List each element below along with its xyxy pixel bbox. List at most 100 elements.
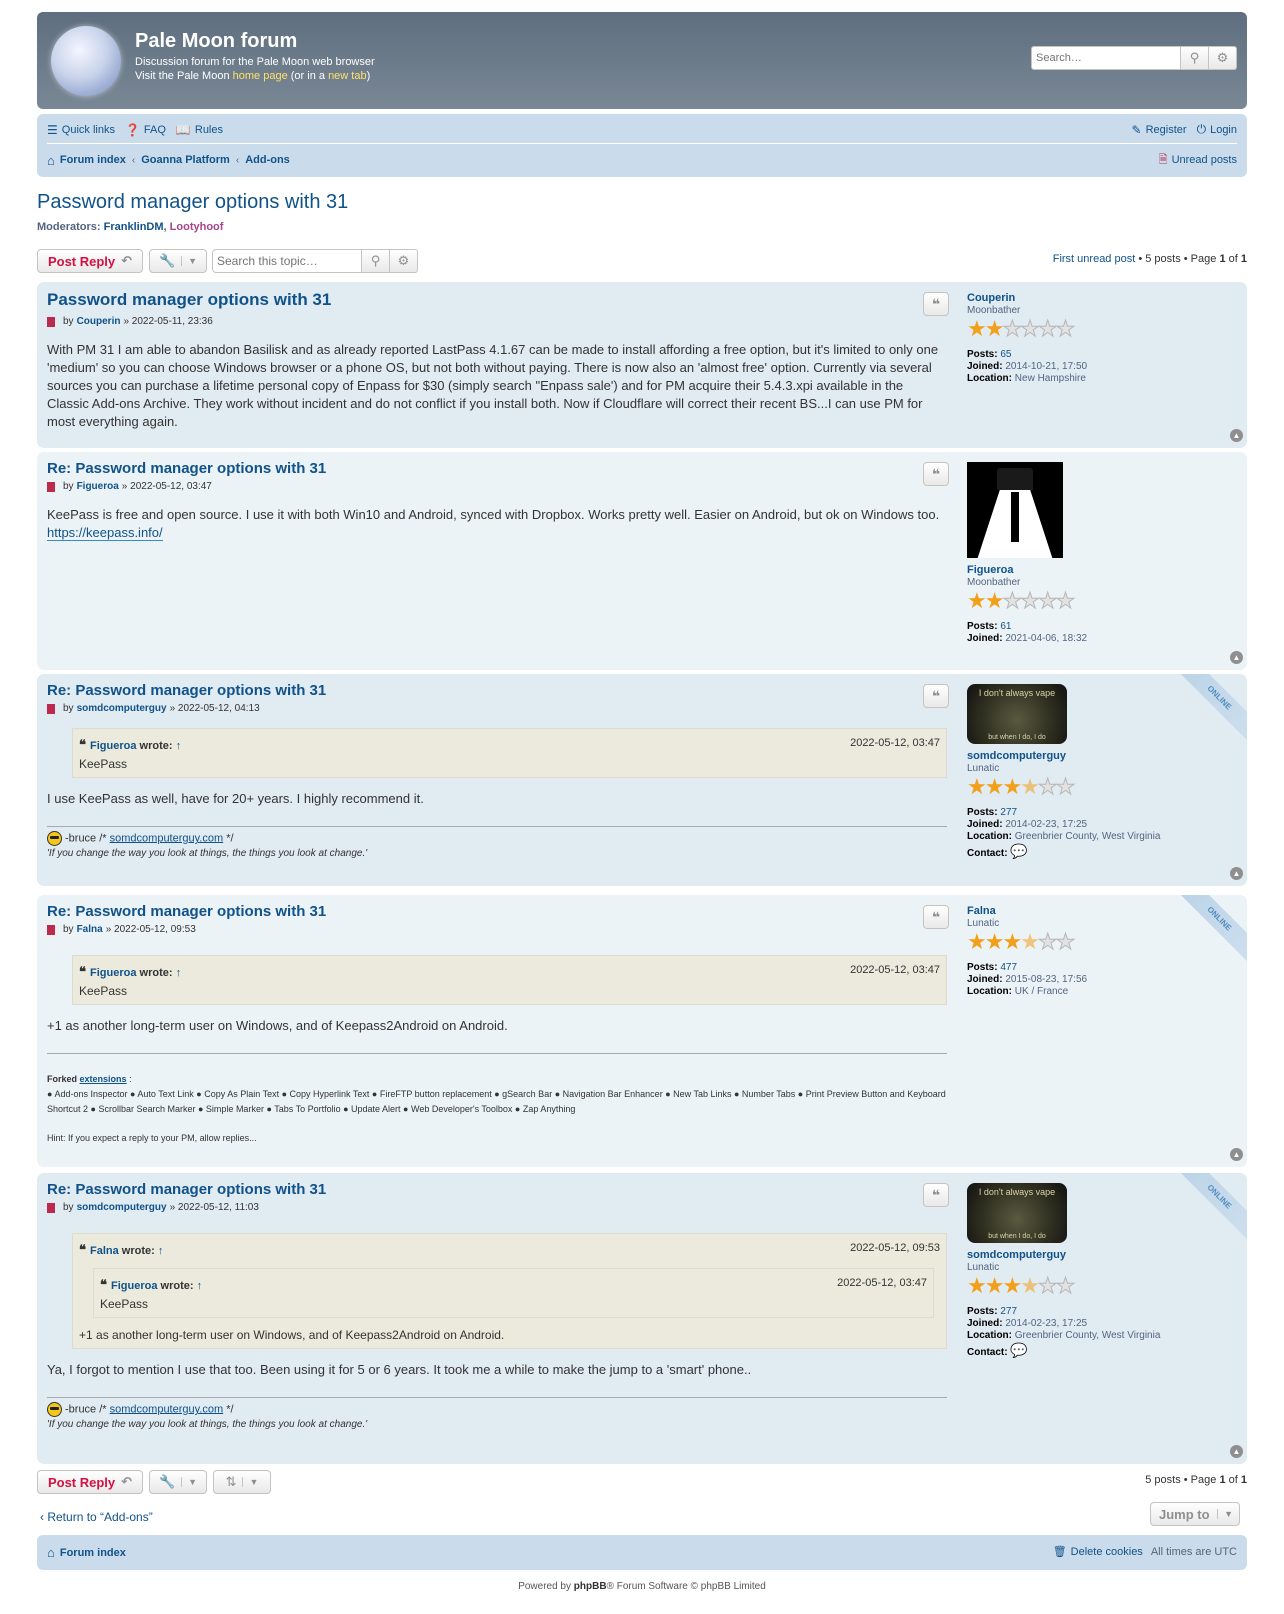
quote-icon[interactable]: ❝ xyxy=(923,1183,949,1207)
arrow-up-icon[interactable]: ▲ xyxy=(1230,651,1243,664)
profile-joined: Joined: 2014-02-23, 17:25 xyxy=(967,819,1088,830)
post-file-icon[interactable] xyxy=(47,924,55,935)
quick-links-menu[interactable]: ☰ Quick links xyxy=(47,123,115,137)
profile-location: Location: Greenbrier County, West Virgin… xyxy=(967,831,1161,842)
post-file-icon[interactable] xyxy=(47,703,55,714)
quote-icon[interactable]: ❝ xyxy=(923,292,949,316)
arrow-up-icon[interactable]: ▲ xyxy=(1230,867,1243,880)
gear-icon[interactable]: ⚙ xyxy=(390,249,418,273)
quote-jump-link[interactable]: ↑ xyxy=(176,740,182,752)
profile-username[interactable]: somdcomputerguy xyxy=(967,750,1227,762)
profile-username[interactable]: somdcomputerguy xyxy=(967,1249,1227,1261)
quote-jump-link[interactable]: ↑ xyxy=(176,967,182,979)
quote-icon[interactable]: ❝ xyxy=(923,462,949,486)
topic-search-input[interactable] xyxy=(212,249,362,273)
breadcrumb-add-ons[interactable]: Add-ons xyxy=(245,154,290,166)
arrow-up-icon[interactable]: ▲ xyxy=(1230,1445,1243,1458)
post-author-link[interactable]: Figueroa xyxy=(77,481,119,492)
profile-posts-link[interactable]: 65 xyxy=(1000,349,1011,360)
site-visit-line: Visit the Pale Moon home page (or in a n… xyxy=(135,69,375,83)
gear-icon[interactable]: ⚙ xyxy=(1209,46,1237,70)
post-reply-button[interactable]: Post Reply ↶ xyxy=(37,1470,143,1494)
post-author-link[interactable]: Couperin xyxy=(77,316,121,327)
jump-to-label: Jump to xyxy=(1159,1506,1210,1522)
quote-jump-link[interactable]: ↑ xyxy=(158,1245,164,1257)
post-content: KeePass is free and open source. I use i… xyxy=(47,506,947,542)
post-title[interactable]: Re: Password manager options with 31 xyxy=(47,682,947,699)
profile-posts-link[interactable]: 277 xyxy=(1000,1306,1017,1317)
quote-author-link[interactable]: Falna xyxy=(90,1245,119,1257)
footer-forum-index-link[interactable]: ⌂ Forum index xyxy=(47,1545,126,1560)
pagination: 5 posts • Page 1 of 1 xyxy=(1145,1474,1247,1486)
rank-stars: ★★★★★★ xyxy=(967,774,1076,799)
quote-icon[interactable]: ❝ xyxy=(923,905,949,929)
avatar[interactable] xyxy=(967,462,1063,558)
home-page-link[interactable]: home page xyxy=(233,70,288,82)
speech-bubble-icon[interactable]: 💬 xyxy=(1010,1342,1027,1358)
post-title[interactable]: Password manager options with 31 xyxy=(47,290,947,310)
post-title[interactable]: Re: Password manager options with 31 xyxy=(47,460,947,477)
register-link[interactable]: ✎ Register xyxy=(1132,123,1187,137)
profile-username[interactable]: Figueroa xyxy=(967,564,1227,576)
profile-details: Posts: 277 Joined: 2014-02-23, 17:25 Loc… xyxy=(967,1306,1227,1359)
return-to-forum-link[interactable]: ‹ Return to “Add-ons” xyxy=(40,1510,153,1524)
profile-rank: Lunatic xyxy=(967,1262,1000,1273)
search-icon[interactable]: ⚲ xyxy=(1181,46,1209,70)
delete-cookies-link[interactable]: 🗑 Delete cookies xyxy=(1053,1545,1143,1558)
login-link[interactable]: ⏻ Login xyxy=(1197,122,1237,137)
site-logo[interactable] xyxy=(51,26,121,96)
breadcrumb-forum-index[interactable]: Forum index xyxy=(60,154,126,166)
extensions-link[interactable]: extensions xyxy=(80,1074,127,1084)
keepass-link[interactable]: https://keepass.info/ xyxy=(47,525,163,541)
quote-author-link[interactable]: Figueroa xyxy=(111,1280,157,1292)
post-author-link[interactable]: somdcomputerguy xyxy=(77,1202,167,1213)
post-author-link[interactable]: somdcomputerguy xyxy=(77,703,167,714)
signature-link[interactable]: somdcomputerguy.com xyxy=(110,1403,224,1415)
signature-quote: 'If you change the way you look at thing… xyxy=(47,848,368,860)
avatar[interactable]: I don't always vape but when I do, I do xyxy=(967,684,1067,744)
profile-posts-link[interactable]: 477 xyxy=(1000,962,1017,973)
quote-author-link[interactable]: Figueroa xyxy=(90,740,136,752)
profile-username[interactable]: Falna xyxy=(967,905,1227,917)
rules-link[interactable]: 📖 Rules xyxy=(176,123,223,137)
arrow-up-icon[interactable]: ▲ xyxy=(1230,429,1243,442)
post-body: Re: Password manager options with 31 by … xyxy=(47,460,947,542)
faq-link[interactable]: ❓ FAQ xyxy=(125,123,166,137)
topic-tools-button[interactable]: 🔧 ▼ xyxy=(149,249,207,273)
profile-username[interactable]: Couperin xyxy=(967,292,1227,304)
moderator-link[interactable]: FranklinDM xyxy=(104,221,164,233)
quote-icon: ❝ xyxy=(79,737,86,752)
profile-posts-link[interactable]: 61 xyxy=(1000,621,1011,632)
unread-posts-link[interactable]: 🗎 Unread posts xyxy=(1159,151,1237,170)
site-title[interactable]: Pale Moon forum xyxy=(135,30,297,53)
signature-link[interactable]: somdcomputerguy.com xyxy=(110,832,224,844)
power-icon: ⏻ xyxy=(1196,122,1207,136)
post-file-icon[interactable] xyxy=(47,316,55,327)
header-search-input[interactable] xyxy=(1031,46,1181,70)
quote-jump-link[interactable]: ↑ xyxy=(197,1280,203,1292)
profile-posts-link[interactable]: 277 xyxy=(1000,807,1017,818)
quote-icon[interactable]: ❝ xyxy=(923,684,949,708)
moderator-link[interactable]: Lootyhoof xyxy=(170,221,224,233)
post-file-icon[interactable] xyxy=(47,1202,55,1213)
page-title[interactable]: Password manager options with 31 xyxy=(37,191,348,214)
breadcrumb-goanna-platform[interactable]: Goanna Platform xyxy=(141,154,230,166)
search-icon[interactable]: ⚲ xyxy=(362,249,390,273)
jump-to-dropdown[interactable]: Jump to ▼ xyxy=(1150,1502,1240,1526)
post-author-link[interactable]: Falna xyxy=(77,924,103,935)
post-title[interactable]: Re: Password manager options with 31 xyxy=(47,903,947,920)
quote-author-link[interactable]: Figueroa xyxy=(90,967,136,979)
arrow-up-icon[interactable]: ▲ xyxy=(1230,1148,1243,1161)
post-file-icon[interactable] xyxy=(47,481,55,492)
post-reply-button[interactable]: Post Reply ↶ xyxy=(37,249,143,273)
post-title[interactable]: Re: Password manager options with 31 xyxy=(47,1181,947,1198)
new-tab-link[interactable]: new tab xyxy=(328,70,367,82)
avatar[interactable]: I don't always vape but when I do, I do xyxy=(967,1183,1067,1243)
quote-block: ❝ Figueroa wrote: ↑ 2022-05-12, 03:47 Kee… xyxy=(72,955,947,1005)
phpbb-link[interactable]: phpBB xyxy=(574,1581,607,1592)
topic-tools-button[interactable]: 🔧 ▼ xyxy=(149,1470,207,1494)
sort-options-button[interactable]: ⇅ ▼ xyxy=(213,1470,271,1494)
quote-text: KeePass xyxy=(100,1297,149,1311)
first-unread-link[interactable]: First unread post xyxy=(1053,253,1136,265)
speech-bubble-icon[interactable]: 💬 xyxy=(1010,843,1027,859)
